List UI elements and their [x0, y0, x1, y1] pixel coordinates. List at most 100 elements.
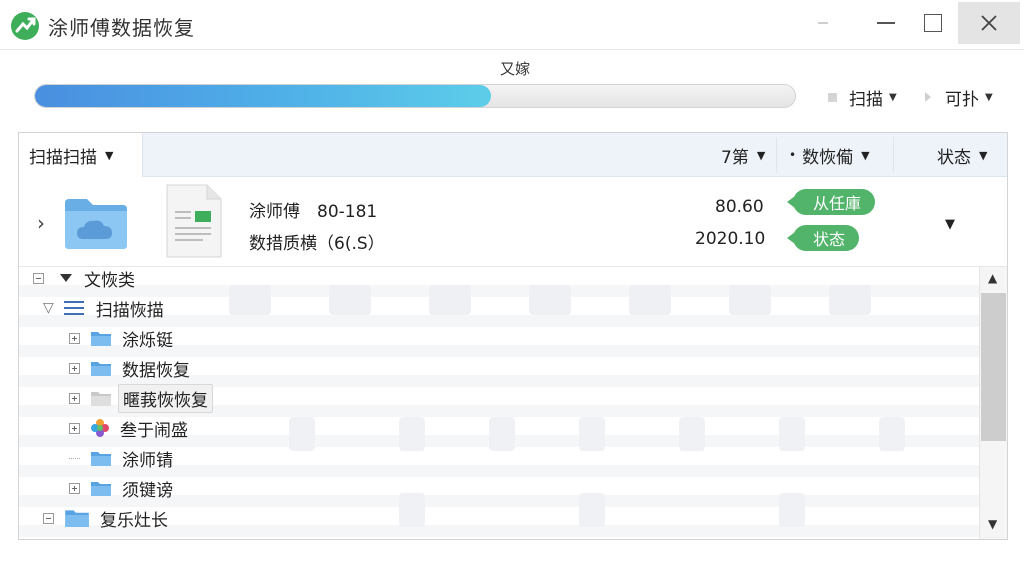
cloud-folder-icon: [65, 199, 127, 249]
tree-bottom-row[interactable]: 复乐灶长: [43, 505, 172, 531]
triangle-down-icon: [60, 274, 72, 282]
scan-square-icon: [828, 92, 837, 102]
folder-icon: [65, 510, 89, 527]
ghost-thumbnail: [579, 417, 605, 451]
ghost-thumbnail: [399, 493, 425, 527]
chevron-down-icon: ▼: [979, 148, 988, 162]
app-title: 涂师傅数据恢复: [48, 16, 195, 40]
item-subtitle: 数措质横（6(.S）: [249, 234, 385, 254]
tree-connector: [69, 457, 80, 459]
app-logo-icon: [11, 12, 39, 40]
tree-bottom-label: 复乐灶长: [100, 510, 168, 531]
ghost-thumbnail: [779, 417, 805, 451]
expand-chevron-icon[interactable]: ›: [37, 211, 45, 235]
expand-toggle-icon[interactable]: [69, 422, 80, 434]
title-bar: 涂师傅数据恢复: [0, 0, 1024, 50]
chevron-down-icon: ▼: [985, 91, 993, 103]
tree-item-selected[interactable]: 暱莪恢恢复: [69, 383, 213, 413]
folder-icon: [91, 331, 111, 346]
tree-item[interactable]: 数据恢复: [69, 355, 194, 381]
ghost-thumbnail: [629, 285, 671, 315]
document-preview-icon: [166, 184, 222, 258]
tree-item[interactable]: 涂烁铤: [69, 325, 177, 351]
scan-progress-bar: [34, 84, 796, 108]
scroll-down-icon[interactable]: ▼: [988, 517, 997, 531]
expanded-triangle-icon: ▽: [43, 300, 54, 316]
expand-toggle-icon[interactable]: [69, 392, 80, 404]
column-date-label: 7第: [721, 147, 749, 168]
item-size: 80.60: [715, 197, 764, 217]
ghost-thumbnail: [289, 417, 315, 451]
scroll-up-icon[interactable]: ▲: [988, 271, 997, 285]
results-panel: 扫描扫描 ▼ 7第 ▼ • 数恢僃 ▼ 状态 ▼ › 涂师傅 80-181 数措…: [18, 132, 1008, 540]
tree-item-label: 须键谤: [122, 480, 173, 501]
folder-tree: 文恢类 ▽ 扫描恢描 涂烁铤 数据恢复 暱莪恢恢复 叁于闹盛 涂师锖 须键谤 复…: [19, 267, 979, 539]
photos-icon: [91, 419, 109, 437]
tree-item-label: 暱莪恢恢复: [118, 383, 213, 413]
tree-root-row[interactable]: 文恢类: [33, 267, 139, 291]
dot-icon: •: [789, 148, 797, 162]
column-divider: [776, 137, 777, 173]
more-menu-button[interactable]: 可扑 ▼: [925, 86, 993, 110]
close-icon: [981, 15, 997, 31]
tree-item-label: 叁于闹盛: [120, 420, 188, 441]
column-name-header[interactable]: 扫描扫描 ▼: [19, 133, 143, 177]
chevron-down-icon: ▼: [756, 148, 766, 162]
selected-item-row[interactable]: › 涂师傅 80-181 数措质横（6(.S） 80.60 2020.10 从任…: [19, 177, 1007, 267]
folder-icon: [91, 361, 111, 376]
chevron-down-icon[interactable]: ▼: [945, 217, 955, 232]
close-button[interactable]: [958, 2, 1020, 44]
status-badge: 状态: [786, 225, 860, 251]
scrollbar-thumb[interactable]: [981, 293, 1006, 441]
column-type-label: 数恢僃: [802, 147, 854, 168]
scan-menu-button[interactable]: 扫描 ▼: [828, 86, 897, 110]
column-status-label: 状态: [937, 147, 971, 168]
vertical-scrollbar[interactable]: ▲ ▼: [979, 267, 1007, 539]
ghost-thumbnail: [579, 493, 605, 527]
chevron-down-icon: ▼: [889, 91, 897, 103]
item-date: 2020.10: [695, 229, 766, 249]
scan-label: 扫描: [849, 89, 883, 110]
ghost-thumbnail: [329, 285, 371, 315]
ghost-thumbnail: [729, 285, 771, 315]
expand-toggle-icon[interactable]: [69, 332, 80, 344]
tree-item[interactable]: 叁于闹盛: [69, 415, 192, 441]
chevron-down-icon: ▼: [861, 148, 870, 162]
maximize-icon: [924, 14, 942, 32]
expand-toggle-icon[interactable]: [69, 362, 80, 374]
play-icon: [925, 92, 931, 102]
scan-status-text: 又嫁: [500, 60, 531, 78]
folder-icon: [91, 451, 111, 466]
tree-item[interactable]: 涂师锖: [69, 445, 177, 471]
list-icon: [63, 301, 84, 315]
more-label: 可扑: [945, 89, 979, 110]
collapse-toggle-icon[interactable]: [43, 512, 54, 524]
maximize-button[interactable]: [910, 2, 956, 44]
item-name: 涂师傅 80-181: [249, 202, 378, 222]
column-type-header[interactable]: • 数恢僃 ▼: [789, 133, 870, 177]
column-name-label: 扫描扫描: [29, 147, 97, 168]
minimize-icon: [877, 22, 895, 24]
folder-icon: [91, 481, 111, 496]
tree-group-row[interactable]: ▽ 扫描恢描: [43, 295, 168, 321]
tree-group-label: 扫描恢描: [95, 300, 164, 321]
ghost-thumbnail: [829, 285, 871, 315]
column-status-header[interactable]: 状态 ▼: [937, 133, 987, 177]
scan-progress-fill: [35, 85, 491, 107]
tree-item[interactable]: 须键谤: [69, 475, 177, 501]
ghost-thumbnail: [529, 285, 571, 315]
minimize-button[interactable]: [862, 2, 910, 44]
status-badge: 从任庫: [786, 189, 876, 215]
ghost-thumbnail: [489, 417, 515, 451]
title-separator: [818, 22, 828, 24]
ghost-thumbnail: [229, 285, 271, 315]
ghost-thumbnail: [399, 417, 425, 451]
ghost-thumbnail: [779, 493, 805, 527]
tree-root-label: 文恢类: [84, 270, 135, 291]
column-header-row: 扫描扫描 ▼ 7第 ▼ • 数恢僃 ▼ 状态 ▼: [19, 133, 1007, 177]
ghost-thumbnail: [429, 285, 471, 315]
collapse-toggle-icon[interactable]: [33, 272, 44, 284]
tree-item-label: 涂烁铤: [122, 330, 173, 351]
column-date-header[interactable]: 7第 ▼: [721, 133, 765, 177]
expand-toggle-icon[interactable]: [69, 482, 80, 494]
